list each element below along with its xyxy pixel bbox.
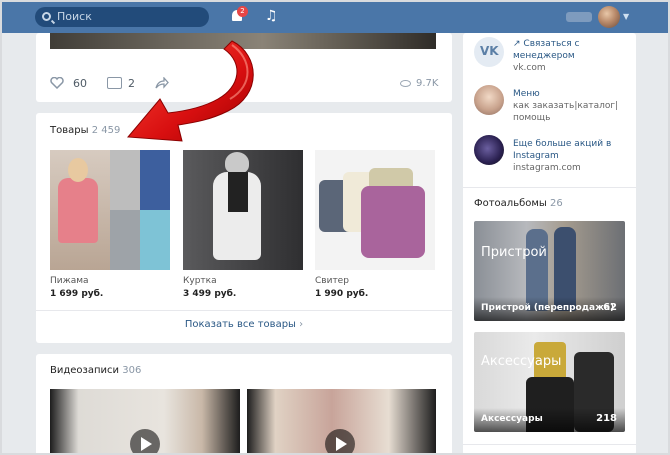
album-count: 218 (596, 413, 617, 424)
divider (36, 310, 452, 311)
notification-badge: 2 (237, 6, 248, 17)
product-name[interactable]: Куртка (183, 276, 217, 286)
heart-icon[interactable] (50, 77, 64, 89)
contact-subtitle: как заказать|каталог|помощь (513, 101, 619, 123)
videos-title: Видеозаписи (50, 365, 120, 376)
play-icon[interactable] (130, 429, 160, 455)
album-label: Аксессуары (481, 354, 562, 369)
videos-count: 306 (122, 365, 142, 376)
views-count: 9.7K (416, 78, 439, 89)
product-image-sweater[interactable] (315, 150, 435, 270)
albums-count: 26 (550, 198, 563, 209)
contact-item[interactable]: ↗ Связаться с менеджером vk.com (513, 38, 633, 74)
likes-count: 60 (73, 77, 87, 90)
albums-header[interactable]: Фотоальбомы 26 (474, 198, 563, 209)
contact-title: Меню (513, 89, 540, 99)
contact-title: Еще больше акций в Instagram (513, 139, 612, 161)
album-pristroy[interactable]: Пристрой Пристрой (перепродажа) 62 (474, 221, 625, 321)
instagram-avatar[interactable] (474, 135, 504, 165)
contact-item[interactable]: Еще больше акций в Instagram instagram.c… (513, 138, 633, 174)
show-all-goods-link[interactable]: Показать все товары › (36, 319, 452, 330)
divider (463, 444, 636, 445)
vk-logo-icon[interactable]: VK (474, 37, 504, 67)
product-price: 3 499 руб. (183, 289, 237, 299)
contact-item[interactable]: Меню как заказать|каталог|помощь (513, 88, 633, 124)
album-count: 62 (603, 302, 617, 313)
product-price: 1 990 руб. (315, 289, 369, 299)
search-icon (42, 12, 51, 21)
chevron-right-icon: › (299, 319, 304, 330)
music-icon[interactable]: ♫ (265, 8, 278, 24)
eye-icon (400, 80, 411, 87)
product-name[interactable]: Пижама (50, 276, 89, 286)
album-accessories[interactable]: Аксессуары Аксессуары 218 (474, 332, 625, 432)
play-icon[interactable] (325, 429, 355, 455)
goods-header[interactable]: Товары 2 459 (50, 125, 120, 136)
product-name[interactable]: Свитер (315, 276, 349, 286)
contact-subtitle: instagram.com (513, 163, 581, 173)
video-thumbnail[interactable] (50, 389, 240, 455)
video-thumbnail[interactable] (247, 389, 436, 455)
menu-avatar[interactable] (474, 85, 504, 115)
show-all-goods-label: Показать все товары (184, 319, 296, 330)
search-placeholder: Поиск (57, 10, 92, 23)
contact-title: Связаться с менеджером (513, 39, 580, 61)
contact-subtitle: vk.com (513, 63, 546, 73)
videos-header[interactable]: Видеозаписи 306 (50, 365, 141, 376)
product-image-pajama[interactable] (50, 150, 170, 270)
goods-title: Товары (50, 125, 89, 136)
link-arrow-icon: ↗ (513, 39, 524, 49)
goods-count: 2 459 (91, 125, 121, 136)
product-price: 1 699 руб. (50, 289, 104, 299)
album-caption: Пристрой (перепродажа) (481, 303, 615, 313)
search-input[interactable]: Поиск (35, 7, 209, 27)
chevron-down-icon[interactable]: ▼ (623, 12, 629, 21)
albums-title: Фотоальбомы (474, 198, 547, 209)
divider (463, 187, 636, 188)
product-image-jacket[interactable] (183, 150, 303, 270)
album-label: Пристрой (481, 245, 547, 260)
album-caption: Аксессуары (481, 414, 543, 424)
avatar[interactable] (598, 6, 620, 28)
red-arrow-annotation (126, 40, 254, 142)
username[interactable] (566, 12, 592, 22)
